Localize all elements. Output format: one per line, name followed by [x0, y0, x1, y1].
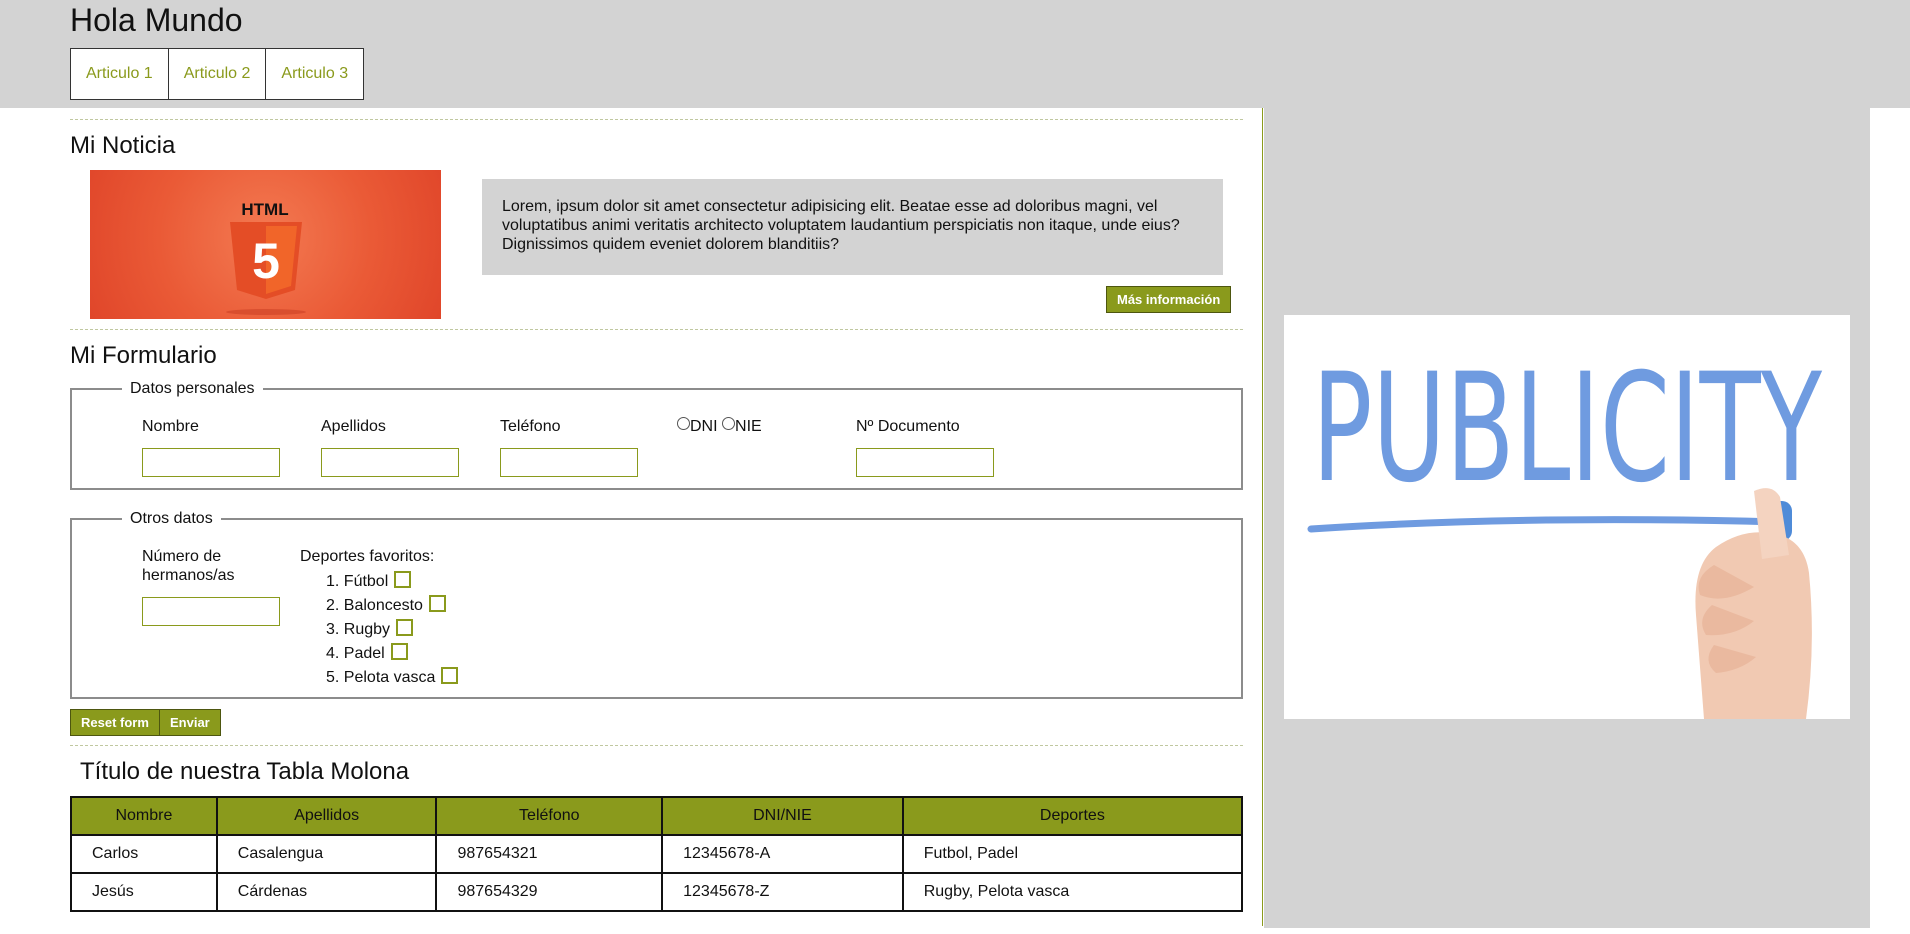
nav-item-articulo-2[interactable]: Articulo 2 — [169, 49, 267, 99]
publicity-image: PUBLICITY — [1284, 315, 1850, 719]
sport-item-rugby: 3. Rugby — [326, 619, 414, 639]
sport-label: 2. Baloncesto — [326, 597, 423, 614]
dni-radio[interactable] — [677, 417, 690, 430]
svg-text:5: 5 — [252, 233, 280, 289]
data-table: Nombre Apellidos Teléfono DNI/NIE Deport… — [70, 796, 1244, 912]
column-divider — [1262, 108, 1263, 926]
html5-logo-image: HTML 5 — [90, 170, 441, 319]
column-header: Teléfono — [435, 796, 664, 836]
news-text: Lorem, ipsum dolor sit amet consectetur … — [482, 179, 1223, 275]
table-cell: 987654321 — [435, 834, 664, 874]
html5-icon: HTML 5 — [226, 200, 306, 315]
divider — [70, 745, 1243, 746]
main-content: Mi Noticia HTML 5 Lorem, ipsum dolor sit… — [70, 108, 1244, 928]
rugby-checkbox[interactable] — [396, 619, 414, 636]
telefono-label: Teléfono — [500, 418, 561, 435]
telefono-input[interactable] — [500, 448, 638, 477]
column-header: Apellidos — [215, 796, 438, 836]
other-data-fieldset: Otros datos Número de hermanos/as Deport… — [70, 508, 1243, 699]
more-info-button[interactable]: Más información — [1106, 286, 1232, 313]
column-header: Nombre — [70, 796, 218, 836]
site-title: Hola Mundo — [70, 2, 243, 38]
table-cell: Carlos — [70, 834, 218, 874]
apellidos-input[interactable] — [321, 448, 459, 477]
table-cell: 12345678-A — [661, 834, 904, 874]
other-data-legend: Otros datos — [122, 508, 221, 530]
padel-checkbox[interactable] — [390, 643, 408, 660]
divider — [70, 329, 1243, 330]
sport-label: 3. Rugby — [326, 621, 391, 638]
sport-item-futbol: 1. Fútbol — [326, 571, 412, 591]
siblings-label-line1: Número de — [142, 548, 222, 565]
sports-label: Deportes favoritos: — [300, 548, 435, 565]
sport-label: 1. Fútbol — [326, 573, 389, 590]
siblings-input[interactable] — [142, 597, 280, 626]
nombre-input[interactable] — [142, 448, 280, 477]
nombre-label: Nombre — [142, 418, 199, 435]
table-cell: Cárdenas — [215, 872, 438, 912]
document-type-group: DNI NIE — [677, 417, 762, 436]
column-header: Deportes — [901, 796, 1244, 836]
publicity-illustration: PUBLICITY — [1307, 342, 1822, 719]
baloncesto-checkbox[interactable] — [428, 595, 446, 612]
apellidos-label: Apellidos — [321, 418, 386, 435]
svg-text:HTML: HTML — [241, 200, 288, 219]
nav-item-articulo-3[interactable]: Articulo 3 — [266, 49, 363, 99]
sidebar: PUBLICITY — [1264, 108, 1870, 928]
personal-data-fieldset: Datos personales Nombre Apellidos Teléfo… — [70, 378, 1243, 490]
sport-label: 5. Pelota vasca — [326, 669, 436, 686]
table-cell: 12345678-Z — [661, 872, 904, 912]
table-cell: Futbol, Padel — [901, 834, 1244, 874]
nav-item-articulo-1[interactable]: Articulo 1 — [71, 49, 169, 99]
sport-label: 4. Padel — [326, 645, 385, 662]
pelota-vasca-checkbox[interactable] — [441, 667, 459, 684]
column-header: DNI/NIE — [661, 796, 904, 836]
table-title: Título de nuestra Tabla Molona — [80, 758, 410, 785]
nie-label: NIE — [735, 418, 762, 435]
table-row: Jesús Cárdenas 987654329 12345678-Z Rugb… — [70, 872, 1244, 912]
form-heading: Mi Formulario — [70, 342, 217, 369]
siblings-label-line2: hermanos/as — [142, 567, 235, 584]
documento-input[interactable] — [856, 448, 994, 477]
nie-radio[interactable] — [722, 417, 736, 430]
table-header-row: Nombre Apellidos Teléfono DNI/NIE Deport… — [70, 796, 1244, 836]
main-nav: Articulo 1 Articulo 2 Articulo 3 — [70, 48, 365, 100]
table-cell: Casalengua — [215, 834, 438, 874]
sport-item-padel: 4. Padel — [326, 643, 408, 663]
table-cell: Rugby, Pelota vasca — [901, 872, 1244, 912]
dni-label: DNI — [690, 418, 718, 435]
sport-item-baloncesto: 2. Baloncesto — [326, 595, 446, 615]
news-heading: Mi Noticia — [70, 132, 176, 159]
sport-item-pelota-vasca: 5. Pelota vasca — [326, 667, 459, 687]
divider — [70, 119, 1243, 120]
submit-button[interactable]: Enviar — [159, 709, 221, 736]
header: Hola Mundo Articulo 1 Articulo 2 Articul… — [0, 0, 1910, 108]
reset-form-button[interactable]: Reset form — [70, 709, 160, 736]
futbol-checkbox[interactable] — [394, 571, 412, 588]
table-cell: Jesús — [70, 872, 218, 912]
documento-label: Nº Documento — [856, 418, 960, 435]
svg-text:PUBLICITY: PUBLICITY — [1312, 342, 1822, 516]
table-cell: 987654329 — [435, 872, 664, 912]
table-row: Carlos Casalengua 987654321 12345678-A F… — [70, 834, 1244, 874]
personal-data-legend: Datos personales — [122, 378, 263, 400]
